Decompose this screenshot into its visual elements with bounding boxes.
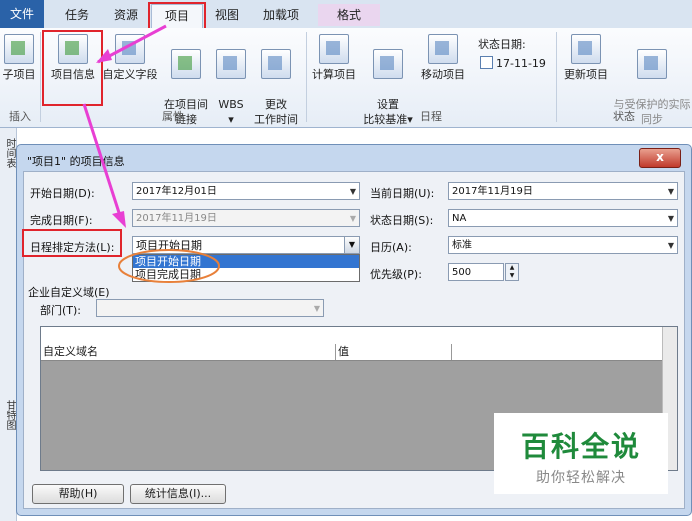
arrowhead-icon [112,211,126,228]
arrow-button-to-field [82,103,124,223]
arrowhead-icon [96,49,112,63]
annotation-overlay [82,24,220,283]
highlight-dropdown-options [118,249,220,283]
